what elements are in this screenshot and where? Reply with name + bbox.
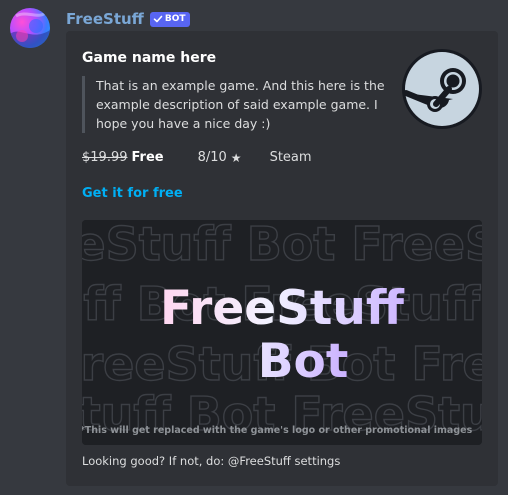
bot-badge-label: BOT — [164, 13, 186, 24]
rating: 8/10 ★ — [198, 150, 242, 165]
embed-footer: Looking good? If not, do: @FreeStuff set… — [82, 454, 341, 468]
rating-value: 8/10 — [197, 150, 227, 165]
chat-message: FreeStuff BOT Game name here That is an … — [0, 0, 508, 495]
background-pattern-text: FreeStuff Bot FreeStuff Bot — [82, 220, 482, 271]
price-row: $19.99 Free 8/10 ★ Steam — [82, 150, 312, 165]
embed-title: Game name here — [82, 50, 217, 66]
avatar[interactable] — [10, 8, 50, 48]
message-header: FreeStuff BOT — [66, 8, 190, 30]
get-it-for-free-link[interactable]: Get it for free — [82, 186, 183, 201]
steam-logo-icon[interactable] — [402, 49, 482, 129]
current-price: Free — [131, 150, 164, 165]
promotional-image[interactable]: FreeStuff Bot FreeStuff Bot FreeStuff Bo… — [82, 220, 482, 445]
star-icon: ★ — [230, 150, 242, 165]
logo-line-2: Bot — [258, 334, 349, 389]
old-price: $19.99 — [82, 150, 128, 165]
bot-badge: BOT — [149, 11, 190, 27]
store-name: Steam — [269, 150, 312, 165]
embed-card: Game name here That is an example game. … — [66, 31, 498, 486]
embed-description: That is an example game. And this here i… — [82, 76, 386, 133]
image-caption: *This will get replaced with the game's … — [82, 425, 473, 436]
username[interactable]: FreeStuff — [66, 10, 144, 28]
checkmark-icon — [153, 15, 163, 23]
logo-line-1: FreeStuff — [160, 281, 405, 336]
